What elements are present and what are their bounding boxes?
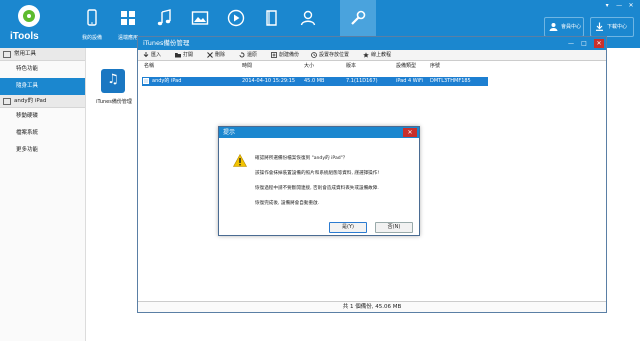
download-center-button[interactable]: 下載中心	[590, 17, 634, 37]
itools-logo[interactable]: iTools	[8, 3, 50, 45]
import-icon	[143, 52, 149, 58]
set-location-label: 設置存放位置	[319, 52, 350, 58]
yes-button[interactable]: 是(Y)	[329, 222, 367, 233]
sidebar: 常用工具 特色功能 隨身工具 andy的 iPad 移動硬碟 檔案系統 更多功能	[0, 48, 86, 341]
music-note-icon: ♫	[107, 72, 119, 87]
dialog-close-button[interactable]: ✕	[403, 128, 417, 137]
itunes-backup-tool[interactable]: ♫	[101, 69, 125, 93]
sidebar-section-device[interactable]: andy的 iPad	[0, 95, 85, 108]
column-header-size[interactable]: 大小	[304, 62, 314, 71]
column-header-version[interactable]: 版本	[346, 62, 356, 71]
dialog-titlebar: 提示 ✕	[219, 127, 419, 138]
restore-icon	[239, 52, 245, 58]
member-center-label: 會員中心	[561, 24, 582, 30]
phone-icon	[87, 9, 97, 26]
download-icon	[596, 22, 603, 31]
set-location-button[interactable]: 設置存放位置	[310, 51, 349, 60]
delete-button[interactable]: 刪除	[206, 51, 225, 60]
sidebar-item-mobile-disk[interactable]: 移動硬碟	[0, 108, 85, 125]
sidebar-item-featured[interactable]: 特色功能	[0, 61, 85, 78]
create-backup-button[interactable]: 創建備份	[270, 51, 299, 60]
monitor-icon	[3, 51, 11, 58]
sidebar-section-label: 常用工具	[14, 51, 37, 57]
row-name: andy的 iPad	[152, 78, 182, 84]
column-header-device[interactable]: 設備類型	[396, 62, 416, 71]
warning-icon	[233, 154, 247, 167]
itunes-backup-label: iTunes備份管理	[96, 99, 132, 105]
online-tutorial-button[interactable]: 線上教程	[362, 51, 391, 60]
open-label: 打開	[183, 52, 194, 58]
music-note-icon	[157, 9, 171, 26]
star-icon	[363, 52, 369, 58]
row-device: iPad 4 WiFi	[396, 78, 423, 84]
column-header-serial[interactable]: 序號	[430, 62, 440, 71]
import-button[interactable]: 匯入	[142, 51, 161, 60]
menu-button[interactable]: ▾	[602, 2, 612, 9]
book-icon	[266, 10, 277, 26]
member-icon	[549, 23, 558, 31]
no-button[interactable]: 否(N)	[375, 222, 413, 233]
delete-icon	[207, 52, 213, 58]
row-time: 2014-04-10 15:29:15	[242, 78, 296, 84]
row-serial: DMTL3THMF185	[430, 78, 471, 84]
create-backup-label: 創建備份	[279, 52, 300, 58]
dialog-message-line: 恢復過程中請不要斷開連接, 否則會造成資料丟失或設備故障.	[255, 186, 379, 191]
logo-mark-icon	[18, 5, 40, 27]
column-header-time[interactable]: 時間	[242, 62, 252, 71]
backup-manager-titlebar: iTunes備份管理 — □ ✕	[138, 37, 606, 50]
backup-toolbar: 匯入 打開 刪除 還原 創建備份 設置存放位置 線上教程	[138, 50, 606, 61]
clock-icon	[311, 52, 317, 58]
sidebar-section-tools[interactable]: 常用工具	[0, 48, 85, 61]
row-checkbox[interactable]	[143, 78, 149, 84]
close-button[interactable]: ✕	[594, 39, 604, 48]
tablet-icon	[3, 98, 11, 105]
backup-summary: 共 1 個備份, 45.06 MB	[138, 301, 606, 312]
sidebar-section-label: andy的 iPad	[14, 98, 47, 104]
confirm-dialog: 提示 ✕ 確認將所選備份檔案恢復到 "andy的 iPad"？ 該操作會抹掉裝置…	[218, 126, 420, 236]
dialog-title: 提示	[223, 129, 236, 136]
create-backup-icon	[271, 52, 277, 58]
sidebar-item-portable-tools[interactable]: 隨身工具	[0, 78, 85, 95]
dialog-message-line: 該操作會抹掉裝置設備的照片和系統組態等資料, 謹選擇操作!	[255, 171, 380, 176]
apps-grid-icon	[121, 11, 135, 25]
open-button[interactable]: 打開	[174, 51, 193, 60]
dialog-message-line: 恢復完成後, 設備將會自動重啟.	[255, 201, 320, 206]
member-center-button[interactable]: 會員中心	[544, 17, 584, 37]
dialog-message-line: 確認將所選備份檔案恢復到 "andy的 iPad"？	[255, 156, 348, 161]
restore-button[interactable]: 還原	[238, 51, 257, 60]
restore-label: 還原	[247, 52, 258, 58]
minimize-button[interactable]: —	[566, 39, 576, 48]
video-play-icon	[227, 9, 245, 27]
row-size: 45.0 MB	[304, 78, 325, 84]
row-version: 7.1(11D167)	[346, 78, 378, 84]
maximize-button[interactable]: □	[579, 39, 589, 48]
folder-icon	[175, 53, 181, 58]
wrench-icon	[351, 10, 366, 25]
table-row[interactable]: andy的 iPad 2014-04-10 15:29:15 45.0 MB 7…	[142, 77, 488, 86]
window-controls: ▾ — ✕	[602, 2, 636, 10]
user-icon	[300, 10, 316, 26]
minimize-button[interactable]: —	[614, 2, 624, 9]
logo-text: iTools	[10, 31, 39, 42]
delete-label: 刪除	[215, 52, 226, 58]
online-tutorial-label: 線上教程	[371, 52, 392, 58]
import-label: 匯入	[151, 52, 162, 58]
backup-manager-title: iTunes備份管理	[143, 39, 190, 47]
sidebar-item-file-system[interactable]: 檔案系統	[0, 125, 85, 142]
column-header-name[interactable]: 名稱	[144, 62, 154, 71]
photo-icon	[191, 11, 209, 25]
close-button[interactable]: ✕	[626, 2, 636, 9]
download-center-label: 下載中心	[607, 24, 628, 30]
sidebar-item-more[interactable]: 更多功能	[0, 142, 85, 159]
